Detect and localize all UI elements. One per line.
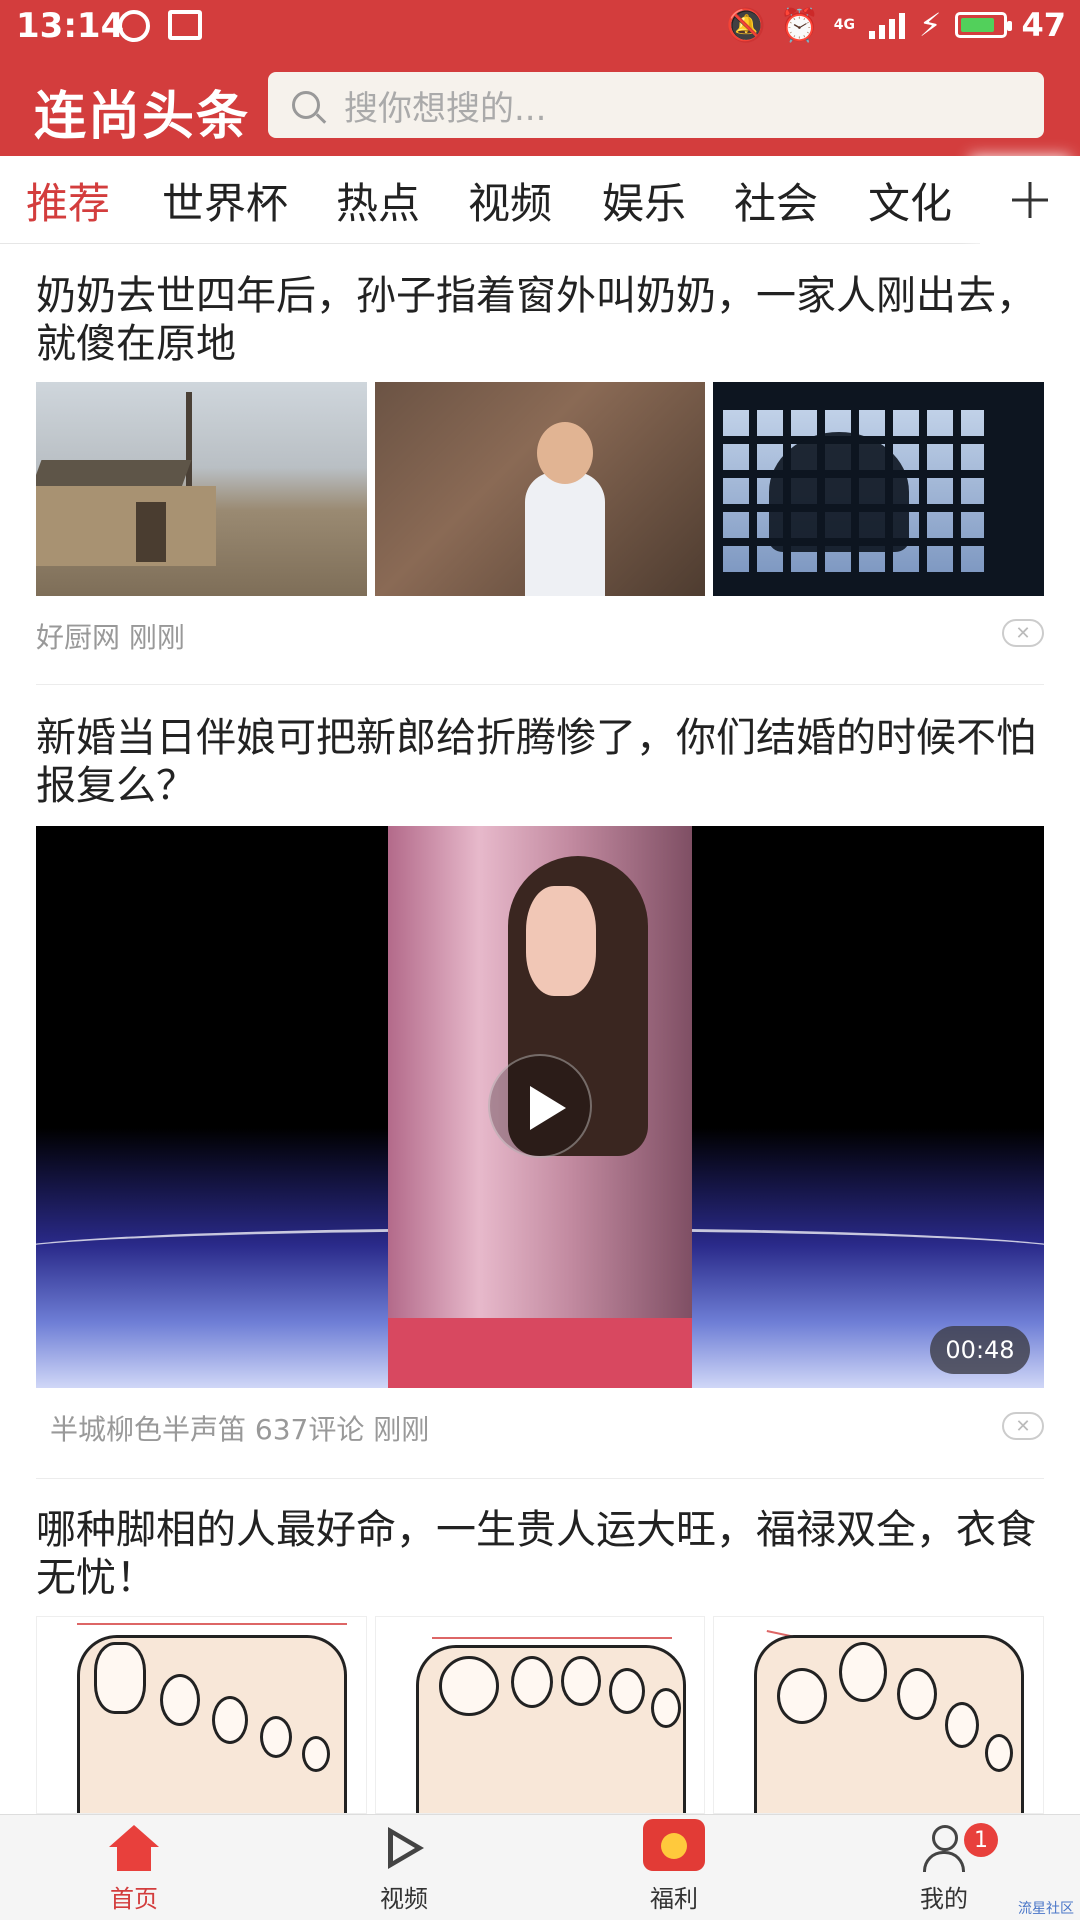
article-meta: 好厨网 刚刚 [36,621,185,654]
play-icon[interactable] [488,1054,592,1158]
thumbnail-foot-greek[interactable] [713,1616,1045,1814]
dismiss-icon[interactable]: ✕ [1002,1412,1044,1440]
notification-badge: 1 [964,1823,998,1857]
app-header: 连尚头条 搜你想搜的... [0,60,1080,156]
article-title[interactable]: 新婚当日伴娘可把新郎给折腾惨了，你们结婚的时候不怕报复么？ [36,714,1046,810]
video-player[interactable]: 00:48 [36,826,1044,1388]
thumbnail-child[interactable] [374,382,706,596]
app-logo: 连尚头条 [34,87,251,147]
tab-recommend[interactable]: 推荐 [26,170,110,231]
nav-home[interactable]: 首页 [74,1825,194,1914]
search-box[interactable]: 搜你想搜的... [268,72,1044,138]
article-title[interactable]: 奶奶去世四年后，孙子指着窗外叫奶奶，一家人刚出去，就傻在原地 [36,272,1046,368]
nav-video-label: 视频 [380,1885,428,1913]
thumbnail-village-house[interactable] [36,382,367,596]
video-duration: 00:48 [930,1326,1030,1374]
status-time: 13:14 [16,6,125,46]
thumbnail-window-shadow[interactable] [713,382,1045,596]
search-icon [292,91,320,119]
thumbnail-foot-egyptian[interactable] [36,1616,367,1814]
tab-culture[interactable]: 文化 [868,170,952,231]
divider [36,684,1044,685]
bottom-navigation: 首页 视频 福利 我的 1 流星社区 [0,1814,1080,1920]
video-play-icon [382,1825,426,1871]
user-icon [921,1825,967,1872]
silent-bell-icon: 🔕 [726,6,766,44]
thumbnail-foot-square[interactable] [374,1616,706,1814]
alarm-icon: ⏰ [779,6,820,44]
nav-video[interactable]: 视频 [344,1825,464,1914]
red-envelope-icon [643,1819,705,1871]
tab-hot[interactable]: 热点 [336,170,420,231]
nav-mine-label: 我的 [920,1885,968,1913]
nav-home-label: 首页 [110,1885,158,1913]
image-notification-icon [168,10,202,40]
top-bar: 13:14 🔕 ⏰ 4G ⚡ 47 连尚头条 搜你想搜的... [0,0,1080,156]
watermark: 流星社区 [1018,1901,1074,1917]
channel-tabs: 推荐 世界杯 热点 视频 娱乐 社会 文化 健 [0,156,1080,244]
article-thumbnails[interactable] [36,1616,1045,1814]
search-placeholder: 搜你想搜的... [344,88,547,129]
tab-society[interactable]: 社会 [734,170,818,231]
add-channel-icon[interactable] [980,156,1080,244]
network-type: 4G [833,17,855,33]
dismiss-icon[interactable]: ✕ [1002,619,1044,647]
tab-entertainment[interactable]: 娱乐 [602,170,686,231]
divider [36,1478,1044,1479]
notification-icons [118,10,202,42]
article-meta: 半城柳色半声笛 637评论 刚刚 [50,1413,430,1446]
nav-welfare[interactable]: 福利 [614,1819,734,1914]
signal-icon [869,11,905,39]
app-notification-icon [118,10,150,42]
battery-icon [955,12,1013,38]
charging-icon: ⚡ [919,6,942,44]
tab-video[interactable]: 视频 [468,170,552,231]
status-right: 🔕 ⏰ 4G ⚡ 47 [726,6,1066,44]
article-title[interactable]: 哪种脚相的人最好命，一生贵人运大旺，福禄双全，衣食无忧！ [36,1506,1046,1602]
home-icon [109,1825,159,1871]
battery-level: 47 [1021,6,1066,44]
status-bar: 13:14 🔕 ⏰ 4G ⚡ 47 [0,0,1080,54]
article-thumbnails[interactable] [36,382,1045,596]
nav-welfare-label: 福利 [650,1885,698,1913]
tab-world-cup[interactable]: 世界杯 [162,170,288,231]
